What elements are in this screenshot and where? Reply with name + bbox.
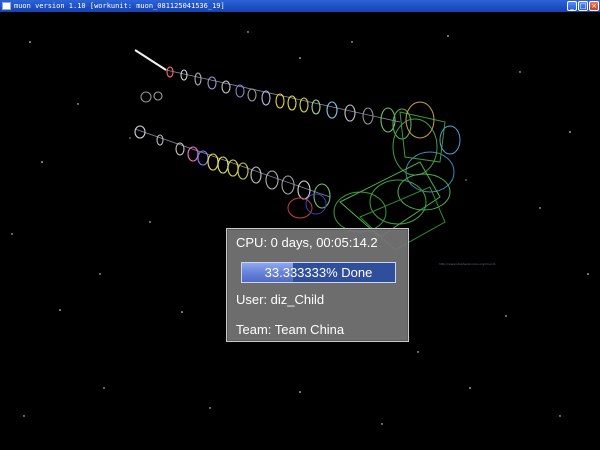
window-controls: _ □ × xyxy=(567,1,599,11)
progress-bar: 33.333333% Done xyxy=(241,262,396,283)
progress-label: 33.333333% Done xyxy=(264,265,373,280)
cpu-time: CPU: 0 days, 00:05:14.2 xyxy=(236,235,378,250)
muon-window: muon version 1.10 [workunit: muon_081125… xyxy=(0,0,600,450)
team-name: Team: Team China xyxy=(236,322,345,337)
app-icon xyxy=(2,2,11,10)
minimize-button[interactable]: _ xyxy=(567,1,577,11)
beam-tip xyxy=(134,49,167,71)
close-button[interactable]: × xyxy=(589,1,599,11)
status-panel: CPU: 0 days, 00:05:14.2 33.333333% Done … xyxy=(226,228,409,342)
window-title: muon version 1.10 [workunit: muon_081125… xyxy=(14,2,225,10)
lower-beamline xyxy=(134,125,331,209)
maximize-button[interactable]: □ xyxy=(578,1,588,11)
upper-beamline xyxy=(140,66,412,140)
scene-caption: http://www.stephenbrooks.org/muon1 xyxy=(439,262,496,266)
user-name: User: diz_Child xyxy=(236,292,325,307)
title-bar[interactable]: muon version 1.10 [workunit: muon_081125… xyxy=(0,0,600,12)
